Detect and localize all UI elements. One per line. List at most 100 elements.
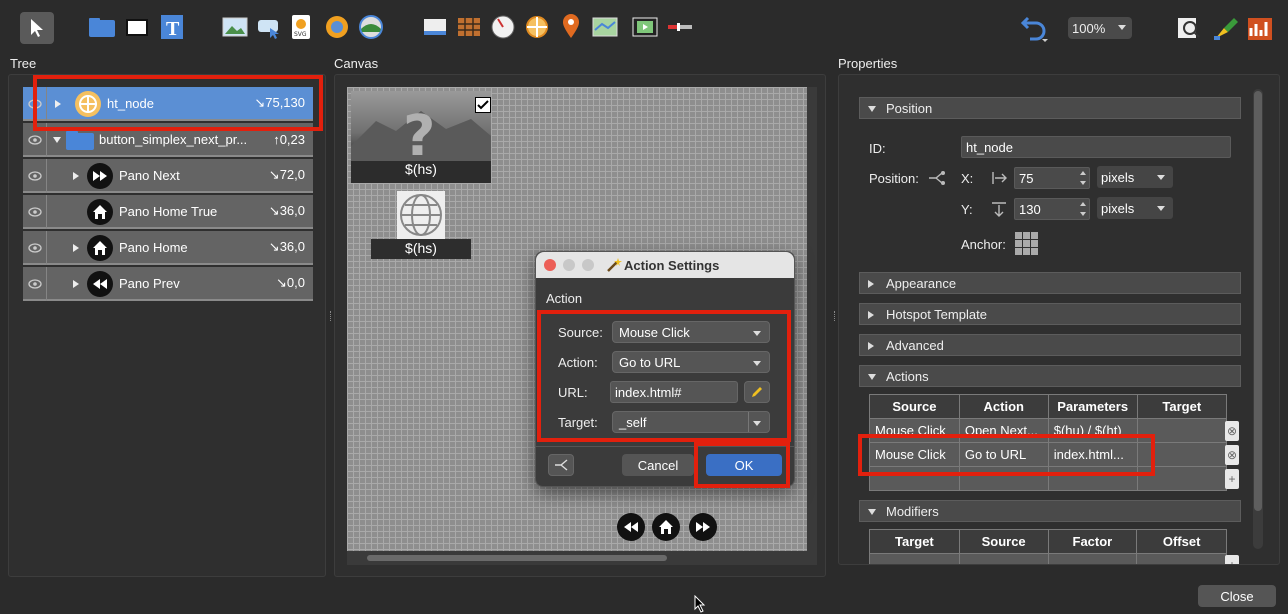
section-appearance[interactable]: Appearance [859,272,1241,294]
grid-icon[interactable] [456,16,482,38]
eye-icon[interactable] [23,231,47,265]
check-icon[interactable] [475,97,491,113]
table-cell[interactable]: Mouse Click [869,442,960,467]
tree-row-pano-home[interactable]: Pano Home ↘36,0 [23,231,313,265]
chevron-down-icon[interactable] [753,421,761,426]
anchor-grid-icon[interactable] [1015,232,1039,259]
table-row[interactable] [869,553,1227,564]
table-row[interactable]: Mouse Click Go to URL index.html... [869,442,1228,467]
eye-icon[interactable] [23,195,47,229]
minimize-window-icon[interactable] [563,259,575,271]
expand-arrow-icon[interactable] [73,280,79,288]
dialog-titlebar[interactable]: Action Settings [536,252,794,278]
ok-button[interactable]: OK [706,454,782,476]
eye-icon[interactable] [23,267,47,301]
table-cell[interactable] [1136,553,1227,564]
cloud-icon[interactable] [256,16,282,40]
close-window-icon[interactable] [544,259,556,271]
expand-arrow-icon[interactable] [73,172,79,180]
table-cell[interactable] [1136,442,1228,467]
tree-row-ht-node[interactable]: ht_node ↘75,130 [23,87,313,121]
cancel-button[interactable]: Cancel [622,454,694,476]
table-cell[interactable] [1047,466,1138,491]
table-cell[interactable]: $(hu) / $(ht) [1047,418,1138,443]
tree-row-pano-home-true[interactable]: Pano Home True ↘36,0 [23,195,313,229]
properties-scrollbar[interactable] [1253,89,1263,549]
splitter-handle[interactable] [330,311,332,321]
rectangle-icon[interactable] [124,16,150,38]
table-cell[interactable] [1136,466,1228,491]
text-icon[interactable]: T [160,14,184,40]
scroll-thumb[interactable] [367,555,667,561]
tree-row-pano-next[interactable]: Pano Next ↘72,0 [23,159,313,193]
search-icon[interactable] [1176,14,1206,44]
fast-forward-icon[interactable] [689,513,717,541]
section-actions[interactable]: Actions [859,365,1241,387]
table-cell[interactable]: index.html... [1047,442,1138,467]
remove-action-button[interactable]: ⊗ [1225,421,1239,441]
map-icon[interactable] [592,16,618,38]
canvas-vertical-scrollbar[interactable] [807,87,817,551]
eye-icon[interactable] [23,87,47,121]
close-button[interactable]: Close [1198,585,1276,607]
id-input[interactable]: ht_node [961,136,1231,158]
pano-icon[interactable] [358,14,384,40]
table-cell[interactable] [958,553,1049,564]
crosshair-icon[interactable] [524,14,550,40]
globe-icon[interactable] [397,191,445,239]
remove-action-button[interactable]: ⊗ [1225,445,1239,465]
share-button[interactable] [548,454,574,476]
paint-icon[interactable] [1212,14,1240,42]
link-icon[interactable] [927,170,947,189]
table-cell[interactable] [958,466,1049,491]
tree-row-pano-prev[interactable]: Pano Prev ↘0,0 [23,267,313,301]
source-select[interactable]: Mouse Click [612,321,770,343]
table-cell[interactable] [869,466,960,491]
table-row[interactable]: Mouse Click Open Next... $(hu) / $(ht) [869,418,1228,443]
collapse-arrow-icon[interactable] [53,137,61,143]
window-icon[interactable] [422,16,448,38]
zoom-select[interactable]: 100% [1068,17,1132,39]
table-cell[interactable] [869,553,960,564]
image-icon[interactable] [222,16,248,38]
tree-row-button-simplex[interactable]: button_simplex_next_pr... ↑0,23 [23,123,313,157]
scroll-thumb[interactable] [1254,91,1262,511]
table-cell[interactable] [1136,418,1228,443]
edit-url-button[interactable] [744,381,770,403]
maximize-window-icon[interactable] [582,259,594,271]
globe-icon[interactable] [324,14,350,40]
select-arrow-icon[interactable] [20,12,54,44]
x-unit-select[interactable]: pixels [1097,166,1173,188]
table-cell[interactable]: Mouse Click [869,418,960,443]
expand-arrow-icon[interactable] [55,100,61,108]
y-unit-select[interactable]: pixels [1097,197,1173,219]
section-hotspot-template[interactable]: Hotspot Template [859,303,1241,325]
chart-icon[interactable] [1246,14,1274,42]
svg-icon[interactable]: SVG [290,14,312,40]
hotspot-image[interactable]: ? $(hs) [351,91,491,183]
splitter-handle[interactable] [834,311,836,321]
section-advanced[interactable]: Advanced [859,334,1241,356]
compass-icon[interactable] [490,14,516,40]
section-position[interactable]: Position [859,97,1241,119]
table-cell[interactable]: Go to URL [958,442,1049,467]
table-cell[interactable]: Open Next... [958,418,1049,443]
folder-icon[interactable] [88,16,116,38]
home-icon[interactable] [652,513,680,541]
action-select[interactable]: Go to URL [612,351,770,373]
canvas-horizontal-scrollbar[interactable] [347,551,817,565]
table-cell[interactable] [1047,553,1138,564]
stepper-icon[interactable] [1079,200,1087,221]
slider-icon[interactable] [666,20,694,34]
stepper-icon[interactable] [1079,169,1087,190]
video-icon[interactable] [632,16,658,38]
expand-arrow-icon[interactable] [73,244,79,252]
target-combobox[interactable]: _self [612,411,770,433]
table-row[interactable] [869,466,1228,491]
eye-icon[interactable] [23,159,47,193]
rewind-icon[interactable] [617,513,645,541]
add-action-button[interactable]: + [1225,469,1239,489]
url-input[interactable]: index.html# [610,381,738,403]
pin-icon[interactable] [560,12,582,40]
add-modifier-button[interactable]: + [1225,555,1239,564]
